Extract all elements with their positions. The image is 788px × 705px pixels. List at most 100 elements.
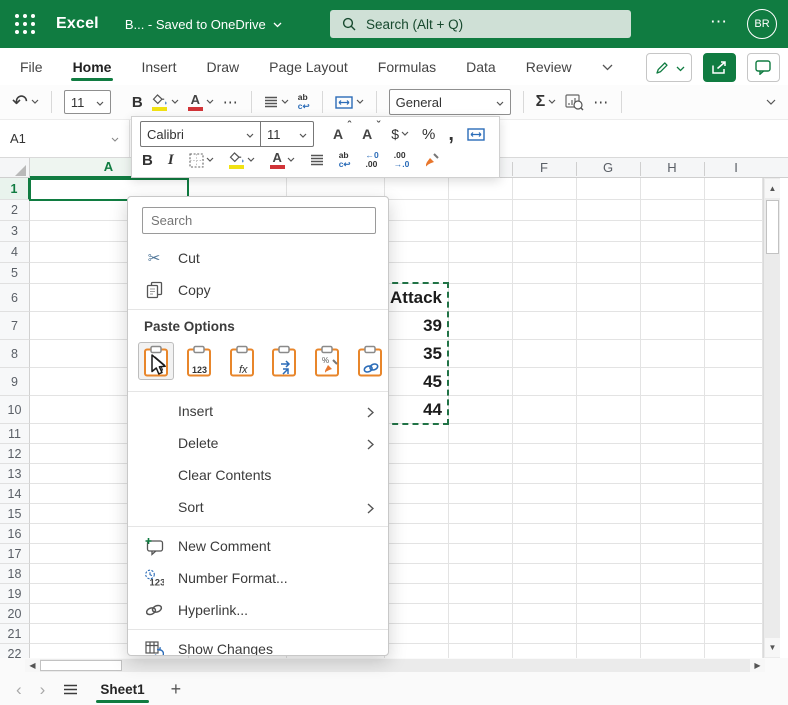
paste-formatting-button[interactable]: % xyxy=(309,342,345,380)
toolbar-more-button[interactable]: ⋯ xyxy=(593,93,609,111)
row-header-7[interactable]: 7 xyxy=(0,312,30,340)
column-header-h[interactable]: H xyxy=(667,158,676,178)
sheet-list-menu-icon[interactable] xyxy=(63,684,78,695)
menu-item-sort[interactable]: Sort xyxy=(128,491,388,523)
row-header-20[interactable]: 20 xyxy=(0,604,30,624)
alignment-button-mini[interactable] xyxy=(310,154,324,166)
menu-item-number-format[interactable]: 123 Number Format... xyxy=(128,562,388,594)
vertical-scrollbar[interactable]: ▲ ▼ xyxy=(763,178,780,658)
search-input[interactable]: Search (Alt + Q) xyxy=(330,10,631,38)
comma-style-button[interactable]: , xyxy=(448,128,454,140)
more-options-icon[interactable]: ⋯ xyxy=(710,12,728,32)
tab-home[interactable]: Home xyxy=(73,48,112,85)
row-header-10[interactable]: 10 xyxy=(0,396,30,424)
undo-button[interactable]: ↶ xyxy=(12,93,39,112)
font-name-dropdown[interactable]: Calibri xyxy=(141,122,261,146)
alignment-button[interactable] xyxy=(264,93,289,111)
row-header-9[interactable]: 9 xyxy=(0,368,30,396)
vertical-scroll-thumb[interactable] xyxy=(766,200,779,254)
tab-draw[interactable]: Draw xyxy=(206,48,239,85)
document-title[interactable]: B... - Saved to OneDrive xyxy=(125,17,282,32)
prev-sheet-button[interactable]: ‹ xyxy=(16,681,22,698)
font-size-dropdown[interactable]: 11 xyxy=(64,90,111,114)
column-header-i[interactable]: I xyxy=(734,158,738,178)
tab-insert[interactable]: Insert xyxy=(141,48,176,85)
tab-overflow-chevron-icon[interactable] xyxy=(602,59,613,75)
ribbon-collapse-chevron-icon[interactable] xyxy=(766,99,776,105)
decrease-decimal-button[interactable]: .00→.0 xyxy=(394,151,410,170)
sheet-tab-sheet1[interactable]: Sheet1 xyxy=(96,673,148,705)
name-box[interactable]: A1 xyxy=(0,120,130,157)
row-header-11[interactable]: 11 xyxy=(0,424,30,444)
avatar[interactable]: BR xyxy=(747,9,777,39)
menu-item-show-changes[interactable]: Show Changes xyxy=(128,633,388,656)
tab-review[interactable]: Review xyxy=(526,48,572,85)
row-header-16[interactable]: 16 xyxy=(0,524,30,544)
next-sheet-button[interactable]: › xyxy=(40,681,46,698)
menu-item-copy[interactable]: Copy xyxy=(128,274,388,306)
row-header-3[interactable]: 3 xyxy=(0,221,30,242)
wrap-text-button[interactable]: abc↩ xyxy=(298,93,310,111)
analyze-data-button[interactable] xyxy=(565,94,584,111)
row-header-2[interactable]: 2 xyxy=(0,200,30,221)
add-sheet-button[interactable]: + xyxy=(171,679,182,700)
font-size-dropdown-mini[interactable]: 11 xyxy=(261,122,313,146)
format-painter-button[interactable] xyxy=(424,152,441,168)
scroll-up-button[interactable]: ▲ xyxy=(765,179,780,198)
font-more-options-button[interactable]: ⋯ xyxy=(223,93,239,111)
row-header-5[interactable]: 5 xyxy=(0,263,30,284)
menu-item-delete[interactable]: Delete xyxy=(128,427,388,459)
number-format-dropdown[interactable]: General xyxy=(389,89,511,115)
row-header-13[interactable]: 13 xyxy=(0,464,30,484)
tab-page-layout[interactable]: Page Layout xyxy=(269,48,348,85)
column-header-g[interactable]: G xyxy=(603,158,613,178)
menu-item-insert[interactable]: Insert xyxy=(128,395,388,427)
paste-values-button[interactable]: 123 xyxy=(181,342,217,380)
row-header-18[interactable]: 18 xyxy=(0,564,30,584)
horizontal-scrollbar[interactable]: ◀ ▶ xyxy=(0,658,788,673)
paste-formulas-button[interactable]: fx xyxy=(224,342,260,380)
share-button[interactable] xyxy=(703,53,736,82)
horizontal-scroll-thumb[interactable] xyxy=(40,660,122,671)
paste-button[interactable] xyxy=(138,342,174,380)
font-color-button-mini[interactable]: A xyxy=(270,151,295,169)
comments-button[interactable] xyxy=(747,53,780,82)
paste-transpose-button[interactable] xyxy=(266,342,302,380)
autosum-button[interactable]: Σ xyxy=(536,93,557,111)
scroll-down-button[interactable]: ▼ xyxy=(765,638,780,657)
tab-formulas[interactable]: Formulas xyxy=(378,48,436,85)
select-all-corner[interactable] xyxy=(0,158,30,178)
bold-button[interactable]: B xyxy=(132,94,143,111)
increase-decimal-button[interactable]: ←0.00 xyxy=(366,151,379,170)
context-menu-search-input[interactable] xyxy=(142,207,376,234)
merge-cells-button-mini[interactable] xyxy=(467,128,485,141)
bold-button-mini[interactable]: B xyxy=(142,152,153,169)
row-header-14[interactable]: 14 xyxy=(0,484,30,504)
wrap-text-button-mini[interactable]: abc↩ xyxy=(339,151,351,169)
menu-item-cut[interactable]: ✂ Cut xyxy=(128,242,388,274)
horizontal-scroll-track[interactable]: ◀ ▶ xyxy=(25,659,765,672)
paste-link-button[interactable] xyxy=(352,342,388,380)
row-header-1[interactable]: 1 xyxy=(0,178,30,200)
fill-color-button-mini[interactable] xyxy=(229,151,255,169)
row-header-22[interactable]: 22 xyxy=(0,644,30,658)
column-header-f[interactable]: F xyxy=(540,158,548,178)
row-header-8[interactable]: 8 xyxy=(0,340,30,368)
row-header-19[interactable]: 19 xyxy=(0,584,30,604)
scroll-left-button[interactable]: ◀ xyxy=(25,659,40,672)
tab-data[interactable]: Data xyxy=(466,48,496,85)
fill-color-button[interactable] xyxy=(152,93,179,111)
row-header-21[interactable]: 21 xyxy=(0,624,30,644)
row-header-6[interactable]: 6 xyxy=(0,284,30,312)
percent-style-button[interactable]: % xyxy=(422,126,435,143)
row-header-17[interactable]: 17 xyxy=(0,544,30,564)
menu-item-clear-contents[interactable]: Clear Contents xyxy=(128,459,388,491)
editing-mode-button[interactable] xyxy=(646,53,692,82)
spreadsheet-grid[interactable]: 12345678910111213141516171819202122Attac… xyxy=(0,178,788,658)
grow-font-button[interactable]: Aˆ xyxy=(333,126,343,142)
shrink-font-button[interactable]: Aˇ xyxy=(362,126,372,142)
menu-item-new-comment[interactable]: New Comment xyxy=(128,530,388,562)
scroll-right-button[interactable]: ▶ xyxy=(750,659,765,672)
row-header-15[interactable]: 15 xyxy=(0,504,30,524)
italic-button-mini[interactable]: I xyxy=(168,152,174,169)
